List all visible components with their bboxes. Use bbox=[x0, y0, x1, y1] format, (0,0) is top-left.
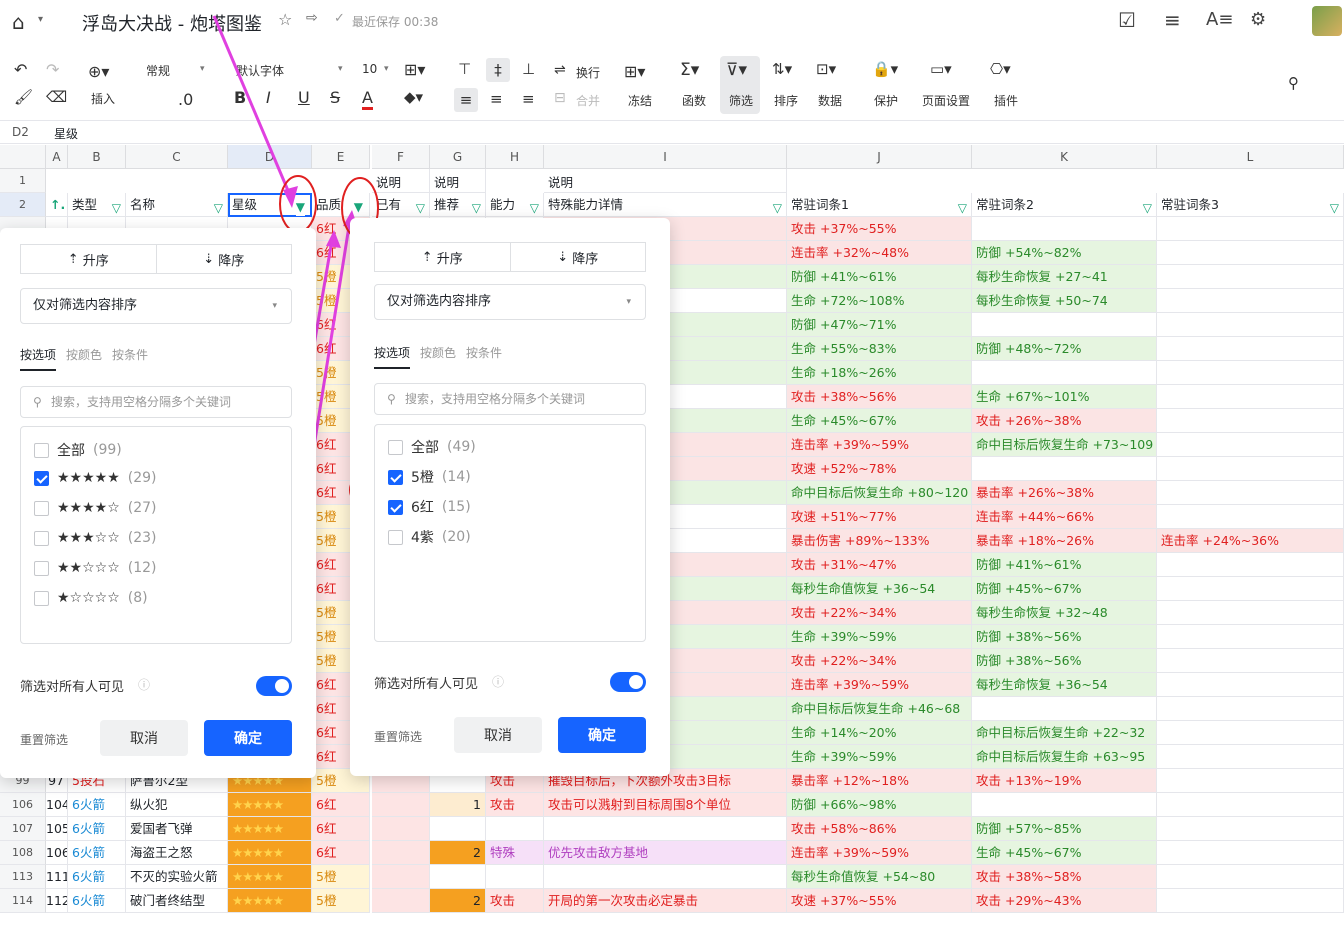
tab-by-option[interactable]: 按选项 bbox=[20, 346, 57, 371]
sort-asc-button[interactable]: ⇡ 升序 bbox=[21, 245, 157, 273]
visible-to-all-toggle[interactable] bbox=[256, 676, 292, 696]
sort-scope-select[interactable]: 仅对筛选内容排序 ▾ bbox=[20, 288, 292, 324]
sort-desc-icon: ⇣ bbox=[203, 251, 215, 267]
sort-buttons: ⇡ 升序 ⇣ 降序 bbox=[374, 242, 646, 272]
quality-filter-panel: ⇡ 升序 ⇣ 降序 仅对筛选内容排序 ▾ 按选项 按颜色 按条件 ⚲ 搜索，支持用空… bbox=[350, 218, 670, 776]
option-label: ★★☆☆☆ bbox=[57, 560, 120, 576]
tab-by-option[interactable]: 按选项 bbox=[374, 344, 411, 369]
option-label: 全部 bbox=[57, 443, 85, 459]
sort-desc-icon: ⇣ bbox=[557, 249, 569, 265]
checkbox[interactable] bbox=[34, 560, 49, 576]
filter-option[interactable]: 全部 (49) bbox=[388, 437, 476, 457]
checkbox[interactable] bbox=[388, 469, 403, 485]
checkbox[interactable] bbox=[388, 499, 403, 515]
option-label: 4紫 bbox=[411, 530, 434, 546]
search-icon: ⚲ bbox=[387, 392, 396, 406]
option-count: (49) bbox=[447, 439, 476, 455]
filter-option[interactable]: ★☆☆☆☆ (8) bbox=[34, 590, 148, 606]
filter-option[interactable]: ★★★★☆ (27) bbox=[34, 500, 157, 516]
chevron-down-icon: ▾ bbox=[626, 297, 631, 307]
option-label: 全部 bbox=[411, 440, 439, 456]
checkbox[interactable] bbox=[388, 439, 403, 455]
option-label: ★★★★★ bbox=[57, 470, 120, 486]
option-count: (23) bbox=[127, 530, 157, 546]
option-search-input[interactable]: ⚲ 搜索，支持用空格分隔多个关键词 bbox=[374, 383, 646, 415]
checkbox[interactable] bbox=[388, 529, 403, 545]
sort-asc-icon: ⇡ bbox=[67, 251, 79, 267]
visible-to-all-toggle[interactable] bbox=[610, 672, 646, 692]
option-count: (14) bbox=[441, 469, 471, 485]
tab-by-color[interactable]: 按颜色 bbox=[66, 346, 102, 371]
checkbox[interactable] bbox=[34, 442, 49, 458]
cancel-button[interactable]: 取消 bbox=[100, 720, 188, 756]
option-count: (99) bbox=[93, 442, 122, 458]
filter-option[interactable]: ★★☆☆☆ (12) bbox=[34, 560, 157, 576]
filter-option[interactable]: ★★★☆☆ (23) bbox=[34, 530, 157, 546]
sort-desc-button[interactable]: ⇣ 降序 bbox=[157, 245, 292, 273]
option-label: ★★★☆☆ bbox=[57, 530, 120, 546]
confirm-button[interactable]: 确定 bbox=[558, 717, 646, 753]
annot-arrow-title bbox=[212, 15, 294, 201]
option-count: (27) bbox=[127, 500, 157, 516]
star-filter-panel: ⇡ 升序 ⇣ 降序 仅对筛选内容排序 ▾ 按选项 按颜色 按条件 ⚲ 搜索，支持用空… bbox=[0, 228, 316, 778]
help-icon[interactable]: ⓘ bbox=[138, 676, 150, 693]
sort-buttons: ⇡ 升序 ⇣ 降序 bbox=[20, 244, 292, 274]
checkbox[interactable] bbox=[34, 500, 49, 516]
confirm-button[interactable]: 确定 bbox=[204, 720, 292, 756]
annot-circle-star-filter bbox=[279, 175, 317, 233]
option-label: ★☆☆☆☆ bbox=[57, 590, 120, 606]
filter-option[interactable]: 5橙 (14) bbox=[388, 467, 471, 487]
checkbox[interactable] bbox=[34, 590, 49, 606]
tab-by-condition[interactable]: 按条件 bbox=[112, 346, 148, 371]
search-icon: ⚲ bbox=[33, 395, 42, 409]
sort-asc-button[interactable]: ⇡ 升序 bbox=[375, 243, 511, 271]
tab-by-condition[interactable]: 按条件 bbox=[466, 344, 502, 369]
option-label: ★★★★☆ bbox=[57, 500, 120, 516]
option-count: (8) bbox=[127, 590, 148, 606]
filter-option[interactable]: 4紫 (20) bbox=[388, 527, 471, 547]
annot-head-4 bbox=[326, 230, 341, 248]
filter-option[interactable]: ★★★★★ (29) bbox=[34, 470, 157, 486]
annot-head-1 bbox=[283, 186, 298, 208]
sort-desc-button[interactable]: ⇣ 降序 bbox=[511, 243, 646, 271]
option-count: (12) bbox=[127, 560, 157, 576]
visible-to-all-label: 筛选对所有人可见 bbox=[20, 680, 125, 695]
option-count: (29) bbox=[127, 470, 157, 486]
option-search-input[interactable]: ⚲ 搜索，支持用空格分隔多个关键词 bbox=[20, 386, 292, 418]
help-icon[interactable]: ⓘ bbox=[492, 673, 504, 690]
filter-mode-tabs: 按选项 按颜色 按条件 bbox=[374, 344, 502, 369]
option-count: (20) bbox=[441, 529, 471, 545]
tab-by-color[interactable]: 按颜色 bbox=[420, 344, 456, 369]
cancel-button[interactable]: 取消 bbox=[454, 717, 542, 753]
chevron-down-icon: ▾ bbox=[272, 301, 277, 311]
reset-filter-link[interactable]: 重置筛选 bbox=[20, 731, 68, 748]
reset-filter-link[interactable]: 重置筛选 bbox=[374, 728, 422, 745]
checkbox[interactable] bbox=[34, 470, 49, 486]
sort-asc-icon: ⇡ bbox=[421, 249, 433, 265]
visible-to-all-label: 筛选对所有人可见 bbox=[374, 677, 479, 692]
sort-scope-select[interactable]: 仅对筛选内容排序 ▾ bbox=[374, 284, 646, 320]
option-label: 5橙 bbox=[411, 470, 434, 486]
checkbox[interactable] bbox=[34, 530, 49, 546]
filter-option[interactable]: 6红 (15) bbox=[388, 497, 471, 517]
filter-option[interactable]: 全部 (99) bbox=[34, 440, 122, 460]
option-label: 6红 bbox=[411, 500, 434, 516]
filter-mode-tabs: 按选项 按颜色 按条件 bbox=[20, 346, 148, 371]
option-count: (15) bbox=[441, 499, 471, 515]
